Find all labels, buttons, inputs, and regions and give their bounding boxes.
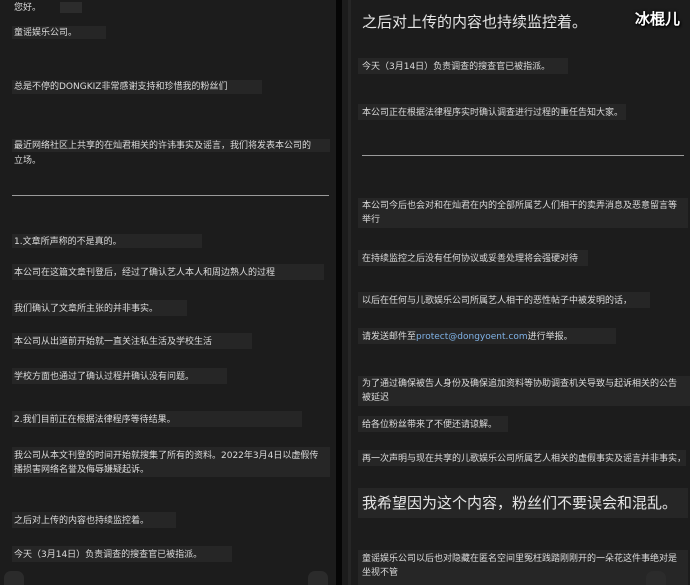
section2-line1b: 播损害网络名誉及侮辱嫌疑起诉。 [14, 465, 150, 475]
right-line10b: 坐视不管 [362, 568, 399, 578]
section1-line3: 本公司从出道前开始就一直关注私生活及学校生活 [14, 337, 213, 347]
right-document-panel: 之后对上传的内容也持续监控着。 今天（3月14日）负责调查的搜查官已被指派。 本… [342, 0, 690, 585]
section1-line1: 本公司在这篇文章刊登后，经过了确认艺人本人和周边熟人的过程 [14, 268, 276, 278]
paragraph-thanks: 总是不停的DONGKIZ非常感谢支持和珍惜我的粉丝们 [14, 82, 228, 92]
section1-line2: 我们确认了文章所主张的并非事实。 [14, 304, 159, 314]
right-line8: 给各位粉丝带来了不便还请谅解。 [362, 420, 498, 430]
company-name: 童谣娱乐公司。 [14, 28, 78, 38]
report-prefix: 请发送邮件至 [362, 332, 417, 342]
scroll-track[interactable] [348, 0, 351, 585]
right-line2: 本公司正在根据法律程序实时确认调查进行过程的重任告知大家。 [362, 108, 624, 118]
paragraph-intro-line1: 最近网络社区上共享的在灿君相关的许讳事实及谣言，我们将发表本公司的 [14, 141, 312, 151]
report-email-link[interactable]: protect@dongyoent.com [416, 332, 528, 342]
right-line7a: 为了通过确保被告人身份及确保追加资料等协助调查机关导致与起诉相关的公告 [362, 379, 678, 389]
right-line7b: 被延迟 [362, 393, 390, 403]
section2-line3: 今天（3月14日）负责调查的搜查官已被指派。 [14, 550, 203, 560]
heading-no-misunderstanding: 我希望因为这个内容，粉丝们不要误会和混乱。 [362, 494, 678, 512]
section-divider [12, 195, 329, 196]
section1-title: 1.文章所声称的不是真的。 [14, 237, 122, 247]
screenshot-stage: 您好。 童谣娱乐公司。 总是不停的DONGKIZ非常感谢支持和珍惜我的粉丝们 最… [0, 0, 690, 585]
section2-line1a: 我公司从本文刊登的时间开始就搜集了所有的资料。2022年3月4日以虚假传 [14, 451, 319, 461]
section1-line4: 学校方面也通过了确认过程并确认没有问题。 [14, 372, 195, 382]
right-line1: 今天（3月14日）负责调查的搜查官已被指派。 [362, 62, 551, 72]
left-document-panel: 您好。 童谣娱乐公司。 总是不停的DONGKIZ非常感谢支持和珍惜我的粉丝们 最… [0, 0, 336, 585]
scroll-corner-button[interactable] [308, 571, 328, 585]
scroll-corner-button[interactable] [4, 571, 24, 585]
section2-line2: 之后对上传的内容也持续监控着。 [14, 516, 150, 526]
right-line3a: 本公司今后也会对和在灿君在内的全部所属艺人们相干的卖弄消息及恶意留言等 [362, 201, 678, 211]
watermark-text: 冰棍儿 [634, 10, 680, 28]
greeting: 您好。 [14, 3, 42, 13]
right-line3b: 举行 [362, 215, 381, 225]
report-suffix: 进行举报。 [527, 332, 573, 342]
scroll-corner-button[interactable] [646, 571, 666, 585]
right-line9: 再一次声明与现在共享的儿歌娱乐公司所属艺人相关的虚假事实及谣言并非事实， [362, 454, 687, 464]
section-divider [362, 155, 684, 156]
right-line10a: 童谣娱乐公司以后也对隐藏在匿名空间里冤枉践踏刚刚开的一朵花这件事绝对是 [362, 554, 678, 564]
heading-monitoring: 之后对上传的内容也持续监控着。 [362, 13, 588, 31]
section2-title: 2.我们目前正在根据法律程序等待结果。 [14, 415, 176, 425]
redaction-mark [60, 2, 82, 13]
right-line5: 以后在任何与儿歌娱乐公司所属艺人相干的恶性帖子中被发明的话， [362, 296, 633, 306]
right-line4: 在持续监控之后没有任何协议或妥善处理将会强硬对待 [362, 254, 579, 264]
report-line: 请发送邮件至protect@dongyoent.com进行举报。 [362, 331, 573, 344]
paragraph-intro-line2: 立场。 [14, 156, 42, 166]
